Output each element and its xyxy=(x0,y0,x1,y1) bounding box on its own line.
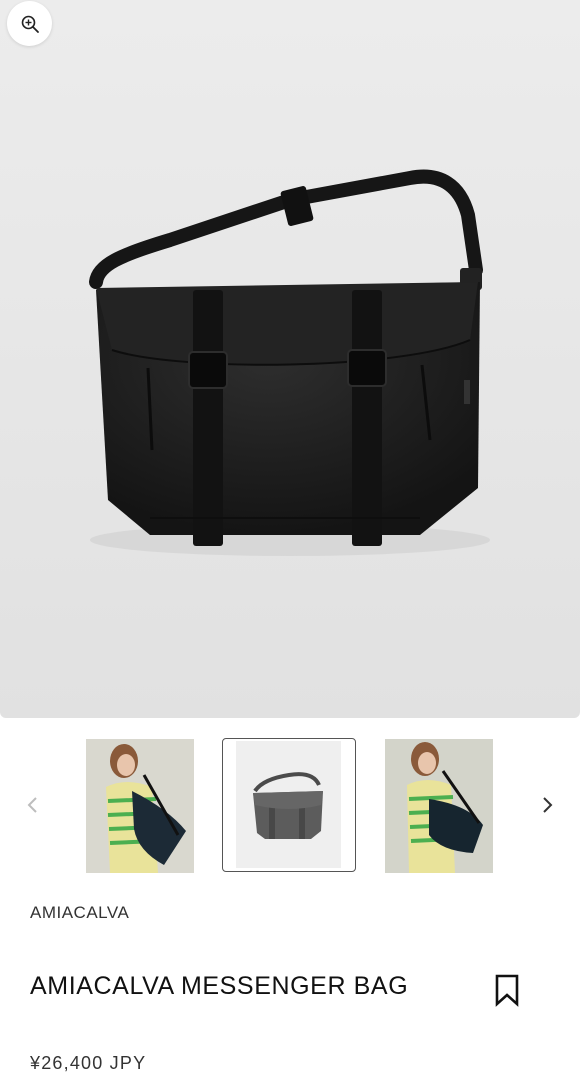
thumbnail-model-side[interactable] xyxy=(385,739,493,873)
thumbnail-model-front[interactable] xyxy=(86,739,194,873)
product-title: AMIACALVA MESSENGER BAG xyxy=(30,972,409,1000)
zoom-in-icon xyxy=(21,15,39,33)
carousel-prev-button[interactable] xyxy=(19,791,47,819)
thumbnail-bag-grey[interactable] xyxy=(222,738,356,872)
chevron-right-icon xyxy=(543,797,553,813)
chevron-left-icon xyxy=(27,797,37,813)
thumbnail-carousel xyxy=(0,736,580,876)
bookmark-button[interactable] xyxy=(492,973,522,1007)
zoom-button[interactable] xyxy=(7,1,52,46)
model-photo xyxy=(86,739,194,873)
messenger-bag-photo xyxy=(89,169,490,556)
product-price: ¥26,400 JPY xyxy=(30,1053,147,1073)
product-brand[interactable]: AMIACALVA xyxy=(30,903,129,923)
grey-bag-photo xyxy=(236,741,341,868)
model-photo-side xyxy=(385,739,493,873)
product-hero-image[interactable] xyxy=(0,0,580,718)
bookmark-icon xyxy=(495,974,519,1007)
carousel-next-button[interactable] xyxy=(533,791,561,819)
